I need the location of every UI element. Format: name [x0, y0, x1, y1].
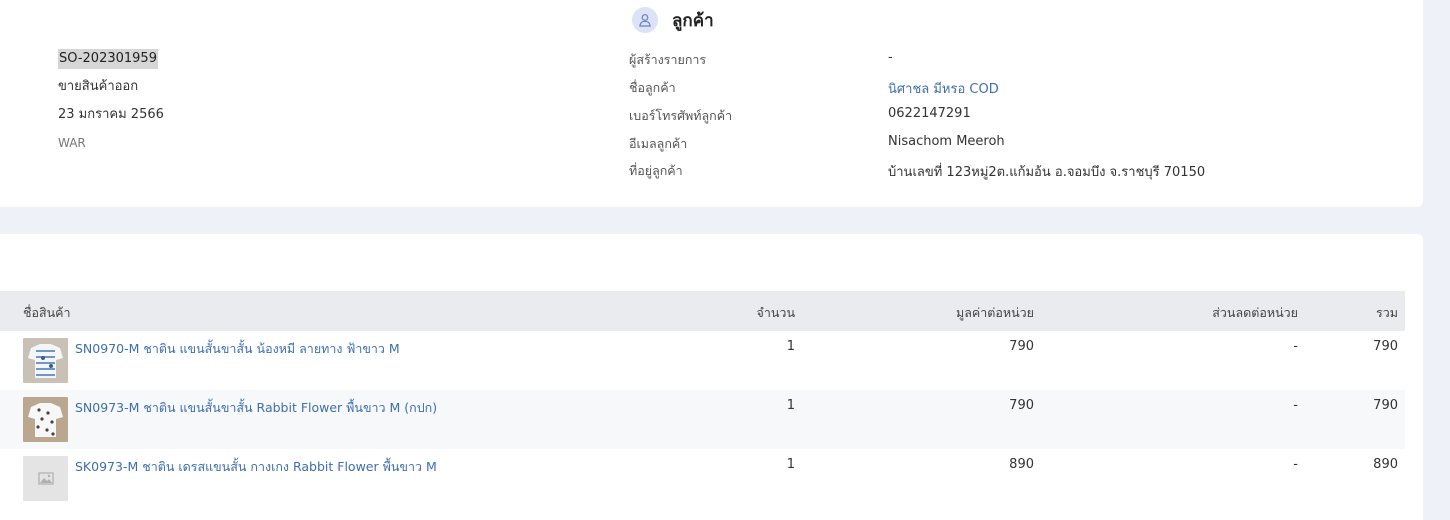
order-type: ขายสินค้าออก [58, 79, 139, 94]
row-qty: 1 [786, 457, 795, 472]
table-row: SN0970-M ชาติน แขนสั้นขาสั้น น้องหมี ลาย… [0, 331, 1405, 390]
order-info-card: ลูกค้า SO-202301959 ขายสินค้าออก 23 มกรา… [0, 0, 1423, 207]
header-total: รวม [1376, 305, 1398, 320]
email-label: อีเมลลูกค้า [629, 136, 688, 151]
email-value: Nisachom Meeroh [888, 134, 1005, 149]
header-discount: ส่วนลดต่อหน่วย [1212, 305, 1298, 320]
row-discount: - [1293, 339, 1298, 354]
row-unit-price: 790 [1009, 398, 1034, 413]
user-icon [632, 7, 658, 33]
table-header: ชื่อสินค้า จำนวน มูลค่าต่อหน่วย ส่วนลดต่… [0, 291, 1405, 331]
header-unit-price: มูลค่าต่อหน่วย [955, 305, 1034, 320]
row-discount: - [1293, 457, 1298, 472]
creator-label: ผู้สร้างรายการ [629, 52, 707, 67]
header-qty: จำนวน [756, 305, 795, 320]
header-product: ชื่อสินค้า [23, 305, 71, 320]
phone-label: เบอร์โทรศัพท์ลูกค้า [629, 108, 733, 123]
customer-header: ลูกค้า [632, 6, 714, 34]
table-row: SK0973-M ชาติน เดรสแขนสั้น กางเกง Rabbit… [0, 449, 1405, 508]
customer-section-title: ลูกค้า [672, 10, 714, 31]
product-link[interactable]: SK0973-M ชาติน เดรสแขนสั้น กางเกง Rabbit… [75, 457, 437, 477]
warehouse-code: WAR [58, 136, 86, 150]
customer-name-link[interactable]: นิศาชล มีหรอ COD [888, 78, 999, 99]
row-unit-price: 890 [1009, 457, 1034, 472]
pajama-blue-icon[interactable] [23, 338, 68, 383]
product-link[interactable]: SN0973-M ชาติน แขนสั้นขาสั้น Rabbit Flow… [75, 398, 437, 418]
row-unit-price: 790 [1009, 339, 1034, 354]
table-row: SN0973-M ชาติน แขนสั้นขาสั้น Rabbit Flow… [0, 390, 1405, 449]
row-total: 790 [1373, 398, 1398, 413]
row-qty: 1 [786, 339, 795, 354]
customer-name-label: ชื่อลูกค้า [629, 80, 676, 95]
creator-value: - [888, 50, 893, 65]
row-total: 790 [1373, 339, 1398, 354]
order-date: 23 มกราคม 2566 [58, 107, 164, 122]
phone-value: 0622147291 [888, 106, 971, 121]
row-discount: - [1293, 398, 1298, 413]
pajama-rabbit-icon[interactable] [23, 397, 68, 442]
order-number[interactable]: SO-202301959 [58, 49, 158, 69]
address-label: ที่อยู่ลูกค้า [629, 163, 683, 178]
product-link[interactable]: SN0970-M ชาติน แขนสั้นขาสั้น น้องหมี ลาย… [75, 339, 400, 359]
order-summary: SO-202301959 ขายสินค้าออก 23 มกราคม 2566… [58, 49, 164, 161]
row-qty: 1 [786, 398, 795, 413]
image-placeholder-icon[interactable] [23, 456, 68, 501]
address-value: บ้านเลขที่ 123หมู่2ต.แก้มอ้น อ.จอมบึง จ.… [888, 165, 1206, 180]
row-total: 890 [1373, 457, 1398, 472]
